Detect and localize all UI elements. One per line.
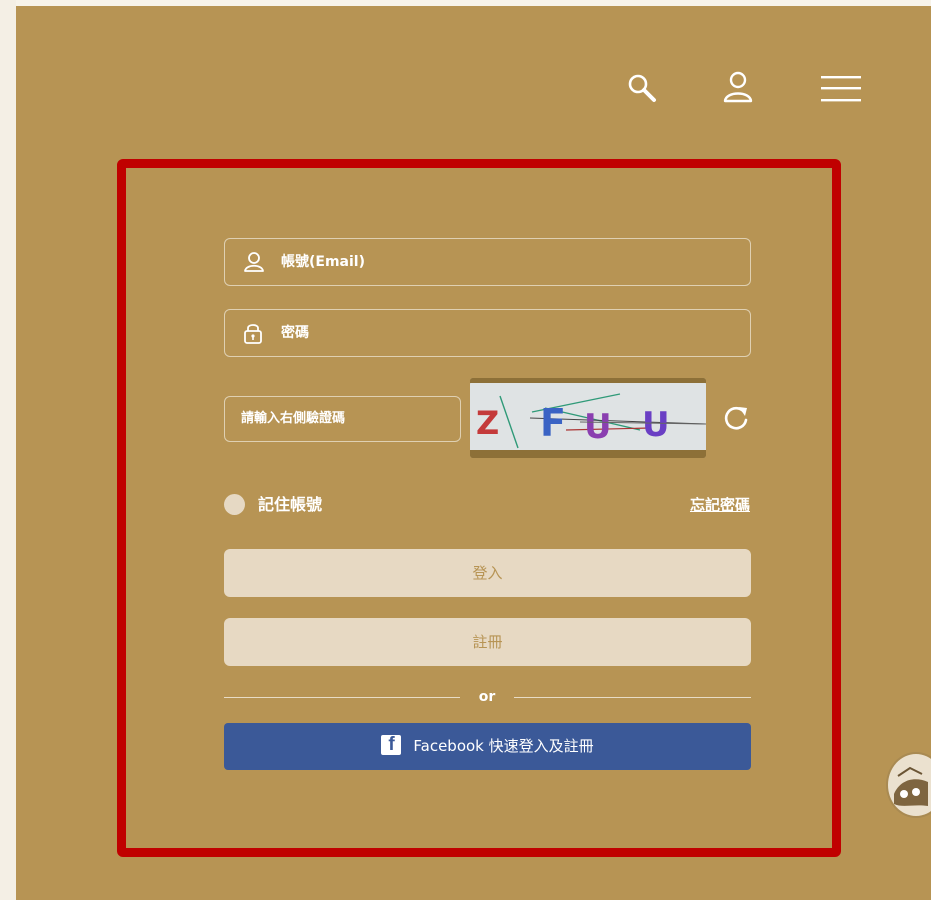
forgot-password-link[interactable]: 忘記密碼 (690, 494, 750, 516)
left-strip (0, 0, 16, 900)
login-button[interactable]: 登入 (224, 549, 751, 597)
facebook-icon: f (381, 734, 402, 755)
divider-left (224, 697, 460, 698)
account-input[interactable]: 帳號(Email) (224, 238, 751, 286)
lock-icon (243, 322, 263, 348)
user-icon[interactable] (721, 70, 755, 104)
captcha-placeholder: 請輸入右側驗證碼 (241, 411, 346, 426)
password-input[interactable]: 密碼 (224, 309, 751, 357)
search-icon[interactable] (626, 72, 658, 104)
divider-right (514, 697, 751, 698)
captcha-image: Z F U U (470, 378, 706, 458)
captcha-char: U (642, 405, 670, 445)
refresh-icon[interactable] (722, 404, 750, 432)
remember-label: 記住帳號 (258, 495, 323, 514)
user-icon (243, 251, 265, 277)
password-placeholder: 密碼 (281, 325, 309, 341)
divider-or: or (478, 689, 496, 705)
facebook-button-label: Facebook 快速登入及註冊 (413, 737, 594, 755)
captcha-char: F (540, 401, 566, 445)
hamburger-menu-icon[interactable] (821, 75, 861, 103)
account-placeholder: 帳號(Email) (281, 254, 365, 270)
remember-checkbox[interactable] (224, 494, 245, 515)
register-button[interactable]: 註冊 (224, 618, 751, 666)
captcha-input[interactable]: 請輸入右側驗證碼 (224, 396, 461, 442)
captcha-char: Z (476, 404, 499, 442)
facebook-login-button[interactable]: f Facebook 快速登入及註冊 (224, 723, 751, 770)
captcha-char: U (584, 407, 612, 447)
